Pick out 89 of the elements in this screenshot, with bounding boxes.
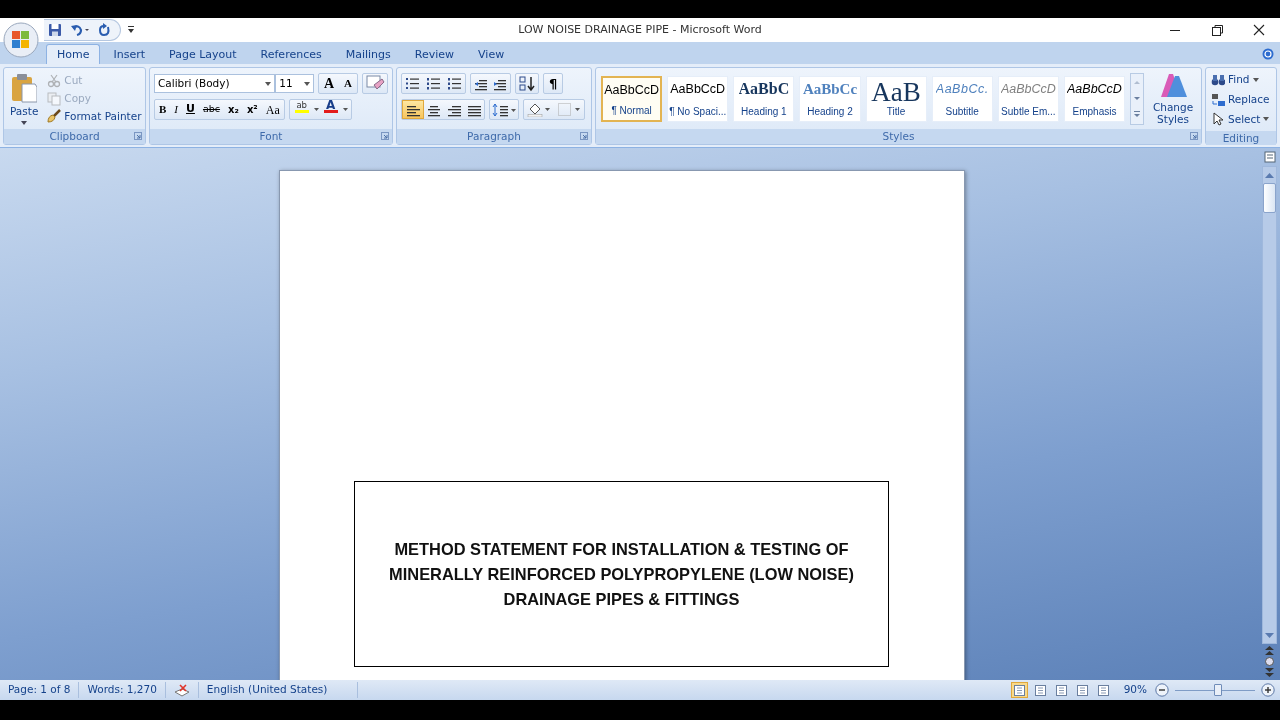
font-color-button[interactable]: A <box>318 100 343 119</box>
font-size-field[interactable]: 11 <box>275 74 314 93</box>
customize-arrow-icon[interactable] <box>127 26 135 34</box>
change-styles-button[interactable]: Change Styles <box>1149 71 1198 125</box>
caret-icon <box>1263 117 1270 122</box>
redo-icon[interactable] <box>98 23 112 37</box>
scrollbar[interactable] <box>1262 166 1277 644</box>
multilevel-list-icon[interactable] <box>447 76 462 91</box>
shrink-font-button[interactable]: A <box>339 74 357 93</box>
dropdown-arrow-icon[interactable] <box>313 108 319 111</box>
previous-page-icon[interactable] <box>1265 646 1274 655</box>
replace-icon <box>1211 92 1225 107</box>
save-icon[interactable] <box>48 23 62 37</box>
select-button[interactable]: Select <box>1208 110 1274 129</box>
ribbon-tab[interactable]: Insert <box>102 44 157 64</box>
caret-icon <box>1252 77 1259 82</box>
ribbon-tab[interactable]: View <box>467 44 516 64</box>
bullets-icon[interactable] <box>405 76 420 91</box>
cursor-icon <box>1211 112 1225 127</box>
language-indicator[interactable]: English (United States) <box>198 682 359 698</box>
numbering-icon[interactable] <box>426 76 441 91</box>
zoom-slider[interactable] <box>1175 682 1255 698</box>
word-count: Words: 1,270 <box>79 682 166 698</box>
browse-object-icon[interactable] <box>1265 657 1274 666</box>
subscript-button[interactable]: x₂ <box>224 100 243 119</box>
ribbon-tab[interactable]: Review <box>403 44 466 64</box>
borders-icon[interactable] <box>557 102 581 117</box>
page-count: Page: 1 of 8 <box>6 682 80 698</box>
grow-font-button[interactable]: A <box>318 74 340 93</box>
dialog-launcher-icon[interactable] <box>580 132 588 140</box>
slider-thumb[interactable] <box>1214 684 1223 696</box>
dropdown-arrow-icon <box>303 81 310 86</box>
zoom-level[interactable]: 90% <box>1123 682 1147 698</box>
binoculars-icon <box>1211 72 1225 87</box>
copy-icon <box>47 91 62 106</box>
group-label: Styles <box>882 130 915 142</box>
paintbrush-icon <box>47 109 62 124</box>
group-label: Clipboard <box>49 130 100 143</box>
dropdown-arrow-icon <box>265 81 272 86</box>
scroll-up-arrow-icon[interactable] <box>1265 172 1274 178</box>
style-tile[interactable]: AaBbCcD Subtle Em... <box>997 76 1059 122</box>
ribbon-button[interactable]: Format Painter <box>44 107 145 126</box>
group-label: Editing <box>1222 132 1260 145</box>
align-left-button[interactable] <box>402 100 424 119</box>
ribbon-tab[interactable]: Mailings <box>334 44 402 64</box>
zoom-out-button[interactable] <box>1155 683 1169 697</box>
bold-button[interactable]: B <box>155 100 171 119</box>
print-layout-icon[interactable] <box>1010 682 1028 698</box>
highlight-button[interactable]: ab <box>289 100 314 119</box>
ribbon-tab[interactable]: References <box>249 44 333 64</box>
scroll-thumb[interactable] <box>1263 183 1276 213</box>
scroll-down-arrow-icon[interactable] <box>1265 633 1274 639</box>
dialog-launcher-icon[interactable] <box>381 132 389 140</box>
dialog-launcher-icon[interactable] <box>1190 132 1198 140</box>
style-tile[interactable]: AaBbC Heading 1 <box>733 76 795 122</box>
find-button[interactable]: Find <box>1208 71 1274 89</box>
dropdown-arrow-icon[interactable] <box>342 108 348 111</box>
strikethrough-button[interactable]: abc <box>198 100 225 119</box>
shading-icon[interactable] <box>527 102 551 117</box>
proofing-icon[interactable] <box>173 683 190 697</box>
ribbon-tab[interactable]: Home <box>46 44 101 64</box>
style-tile[interactable]: AaBbCcD Emphasis <box>1063 76 1126 122</box>
group-label: Paragraph <box>467 130 521 142</box>
style-tile[interactable]: AaBbCc. Subtitle <box>931 76 993 122</box>
style-tile[interactable]: AaBbCcD ¶ No Spaci... <box>667 76 729 122</box>
next-page-icon[interactable] <box>1265 668 1274 677</box>
group-label: Font <box>259 130 283 142</box>
underline-button[interactable]: U <box>182 100 199 119</box>
style-tile[interactable]: AaBbCc Heading 2 <box>799 76 861 122</box>
show-marks-button[interactable]: ¶ <box>544 74 563 93</box>
dialog-launcher-icon[interactable] <box>134 132 142 141</box>
document-title: METHOD STATEMENT FOR INSTALLATION & TESTING OF MINERALLY REINFORCED POLYPROPYLENE (LOW NOISE) DRAINAGE PIPES & FITTINGS <box>388 538 855 610</box>
scissors-icon <box>47 73 62 88</box>
style-tile[interactable]: AaBbCcD ¶ Normal <box>601 76 663 122</box>
change-case-button[interactable]: Aa <box>261 100 284 119</box>
clipboard-icon <box>11 73 38 103</box>
paste-button[interactable]: Paste <box>7 71 42 127</box>
caret-icon <box>21 120 28 125</box>
font-name-field[interactable]: Calibri (Body) <box>154 74 276 93</box>
italic-button[interactable]: I <box>170 100 182 119</box>
zoom-in-button[interactable] <box>1261 683 1275 697</box>
undo-icon[interactable] <box>70 23 90 37</box>
ribbon-tab[interactable]: Page Layout <box>158 44 248 64</box>
styles-letters-icon <box>1159 71 1188 99</box>
style-tile[interactable]: AaB Title <box>865 76 927 122</box>
superscript-button[interactable]: x² <box>242 100 262 119</box>
window-title: LOW NOISE DRAINAGE PIPE - Microsoft Word <box>518 21 762 38</box>
help-icon[interactable] <box>1262 48 1274 60</box>
replace-button[interactable]: Replace <box>1208 90 1274 109</box>
